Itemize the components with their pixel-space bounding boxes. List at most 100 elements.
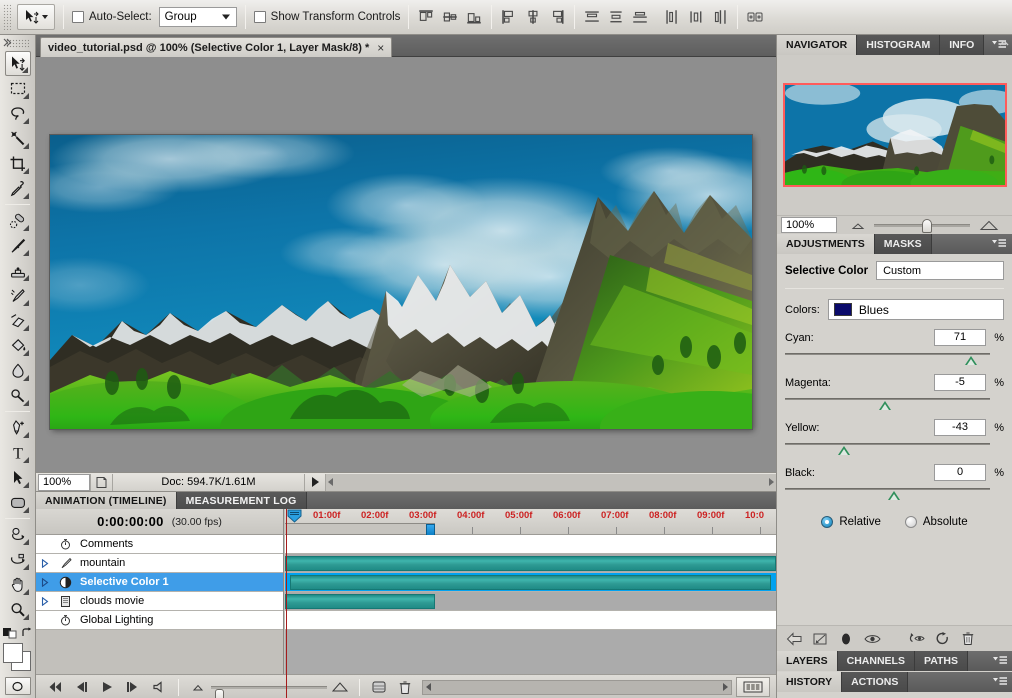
cyan-value-field[interactable]: 71 (934, 329, 986, 346)
rectangular-marquee-tool[interactable] (5, 76, 31, 101)
preview-eye-button[interactable] (859, 628, 885, 650)
document-tab[interactable]: video_tutorial.psd @ 100% (Selective Col… (40, 37, 393, 57)
layer-duration-bar[interactable] (290, 575, 771, 590)
timeline-row-comments[interactable]: Comments (36, 535, 283, 554)
tab-histogram[interactable]: HISTOGRAM (857, 35, 941, 55)
move-tool[interactable] (4, 51, 31, 76)
navigator-thumbnail[interactable] (782, 83, 1007, 187)
current-time-display[interactable]: 0:00:00:00 (97, 514, 164, 529)
align-vertical-centers-button[interactable] (441, 8, 459, 26)
timeline-row-selective-color-1[interactable]: Selective Color 1 (36, 573, 283, 592)
pen-tool[interactable] (5, 415, 31, 440)
navigator-preview-area[interactable] (777, 55, 1012, 215)
tab-info[interactable]: INFO (940, 35, 985, 55)
scroll-left-icon[interactable] (328, 478, 333, 486)
black-slider-track[interactable] (785, 486, 1004, 500)
horizontal-scrollbar[interactable] (325, 473, 776, 491)
tab-layers[interactable]: LAYERS (777, 651, 838, 671)
play-animation-button[interactable] (94, 677, 120, 697)
distribute-horizontal-centers-button[interactable] (687, 8, 705, 26)
auto-align-layers-button[interactable] (746, 8, 764, 26)
status-menu-button[interactable] (305, 474, 325, 491)
layer-duration-bar[interactable] (285, 594, 435, 609)
clone-stamp-tool[interactable] (5, 258, 31, 283)
close-icon[interactable]: × (377, 41, 384, 55)
zoom-in-timeline-button[interactable] (327, 677, 353, 697)
canvas-viewport[interactable] (36, 57, 776, 472)
timeline-row-clouds-movie[interactable]: clouds movie (36, 592, 283, 611)
magic-wand-tool[interactable] (5, 126, 31, 151)
history-panel-menu-button[interactable] (992, 676, 1008, 686)
options-bar-grip[interactable] (3, 4, 11, 30)
timeline-zoom-thumb[interactable] (215, 688, 224, 698)
navigator-zoom-field[interactable]: 100% (781, 217, 837, 233)
track-comments[interactable] (285, 535, 776, 554)
go-to-first-frame-button[interactable] (42, 677, 68, 697)
color-swatches[interactable] (2, 643, 33, 673)
tab-navigator[interactable]: NAVIGATOR (777, 35, 858, 55)
timeline-track-area[interactable]: 01:00f 02:00f 03:00f 04:00f 05:00f 06:00… (285, 509, 776, 698)
relative-radio-button[interactable] (821, 516, 834, 528)
lasso-tool[interactable] (5, 101, 31, 126)
tab-paths[interactable]: PATHS (914, 651, 969, 671)
zoom-out-icon[interactable] (850, 221, 866, 230)
crop-tool[interactable] (5, 151, 31, 176)
toggle-layer-visibility-button[interactable] (833, 628, 859, 650)
delete-keyframes-button[interactable] (392, 677, 418, 697)
quick-mask-button[interactable] (4, 677, 31, 695)
playhead-marker[interactable] (287, 509, 302, 523)
tab-actions[interactable]: ACTIONS (842, 672, 909, 692)
zoom-tool[interactable] (5, 597, 31, 622)
track-clouds-movie[interactable] (285, 592, 776, 611)
tool-preset-picker[interactable] (17, 4, 55, 30)
track-selective-color-1[interactable] (285, 573, 776, 592)
yellow-slider-track[interactable] (785, 441, 1004, 455)
expand-tools-icon[interactable] (3, 38, 15, 47)
3d-orbit-tool[interactable] (5, 547, 31, 572)
gradient-tool[interactable] (5, 333, 31, 358)
auto-select-scope-dropdown[interactable]: Group (158, 7, 237, 27)
timeline-row-global-lighting[interactable]: Global Lighting (36, 611, 283, 630)
stopwatch-icon[interactable] (54, 614, 76, 626)
zoom-out-timeline-button[interactable] (185, 677, 211, 697)
stopwatch-icon[interactable] (54, 538, 76, 550)
distribute-top-edges-button[interactable] (583, 8, 601, 26)
dodge-tool[interactable] (5, 383, 31, 408)
relative-radio-option[interactable]: Relative (821, 516, 881, 528)
absolute-radio-button[interactable] (904, 516, 917, 528)
distribute-bottom-edges-button[interactable] (631, 8, 649, 26)
return-to-adjustment-list-button[interactable] (781, 628, 807, 650)
rounded-rectangle-tool[interactable] (5, 490, 31, 515)
frame-rate-display[interactable]: (30.00 fps) (172, 516, 222, 528)
audio-toggle-button[interactable] (146, 677, 172, 697)
layers-panel-menu-button[interactable] (992, 655, 1008, 665)
delete-adjustment-layer-button[interactable] (955, 628, 981, 650)
clip-to-layer-button[interactable] (807, 628, 833, 650)
work-area-bar[interactable] (285, 523, 435, 536)
colors-dropdown[interactable]: Blues (827, 299, 1004, 320)
distribute-right-edges-button[interactable] (711, 8, 729, 26)
timeline-view-toggle-button[interactable] (736, 677, 770, 697)
foreground-color-swatch[interactable] (2, 643, 23, 663)
image-canvas[interactable] (50, 135, 752, 429)
zoom-slider-track[interactable] (873, 218, 970, 233)
timeline-row-mountain[interactable]: mountain (36, 554, 283, 573)
select-next-frame-button[interactable] (120, 677, 146, 697)
select-previous-frame-button[interactable] (68, 677, 94, 697)
yellow-value-field[interactable]: -43 (934, 419, 986, 436)
eyedropper-tool[interactable] (5, 176, 31, 201)
align-top-edges-button[interactable] (417, 8, 435, 26)
zoom-in-icon[interactable] (978, 220, 1000, 231)
collapse-panels-icon[interactable] (999, 38, 1009, 48)
preset-dropdown[interactable]: Custom (876, 261, 1004, 280)
magenta-value-field[interactable]: -5 (934, 374, 986, 391)
timeline-horizontal-scrollbar[interactable] (422, 679, 732, 695)
path-selection-tool[interactable] (5, 465, 31, 490)
tab-measurement-log[interactable]: MEASUREMENT LOG (176, 492, 307, 509)
convert-to-frame-animation-button[interactable] (366, 677, 392, 697)
align-right-edges-button[interactable] (548, 8, 566, 26)
tab-history[interactable]: HISTORY (777, 672, 843, 692)
align-horizontal-centers-button[interactable] (524, 8, 542, 26)
history-brush-tool[interactable] (5, 283, 31, 308)
timeline-zoom-slider[interactable] (211, 685, 327, 698)
